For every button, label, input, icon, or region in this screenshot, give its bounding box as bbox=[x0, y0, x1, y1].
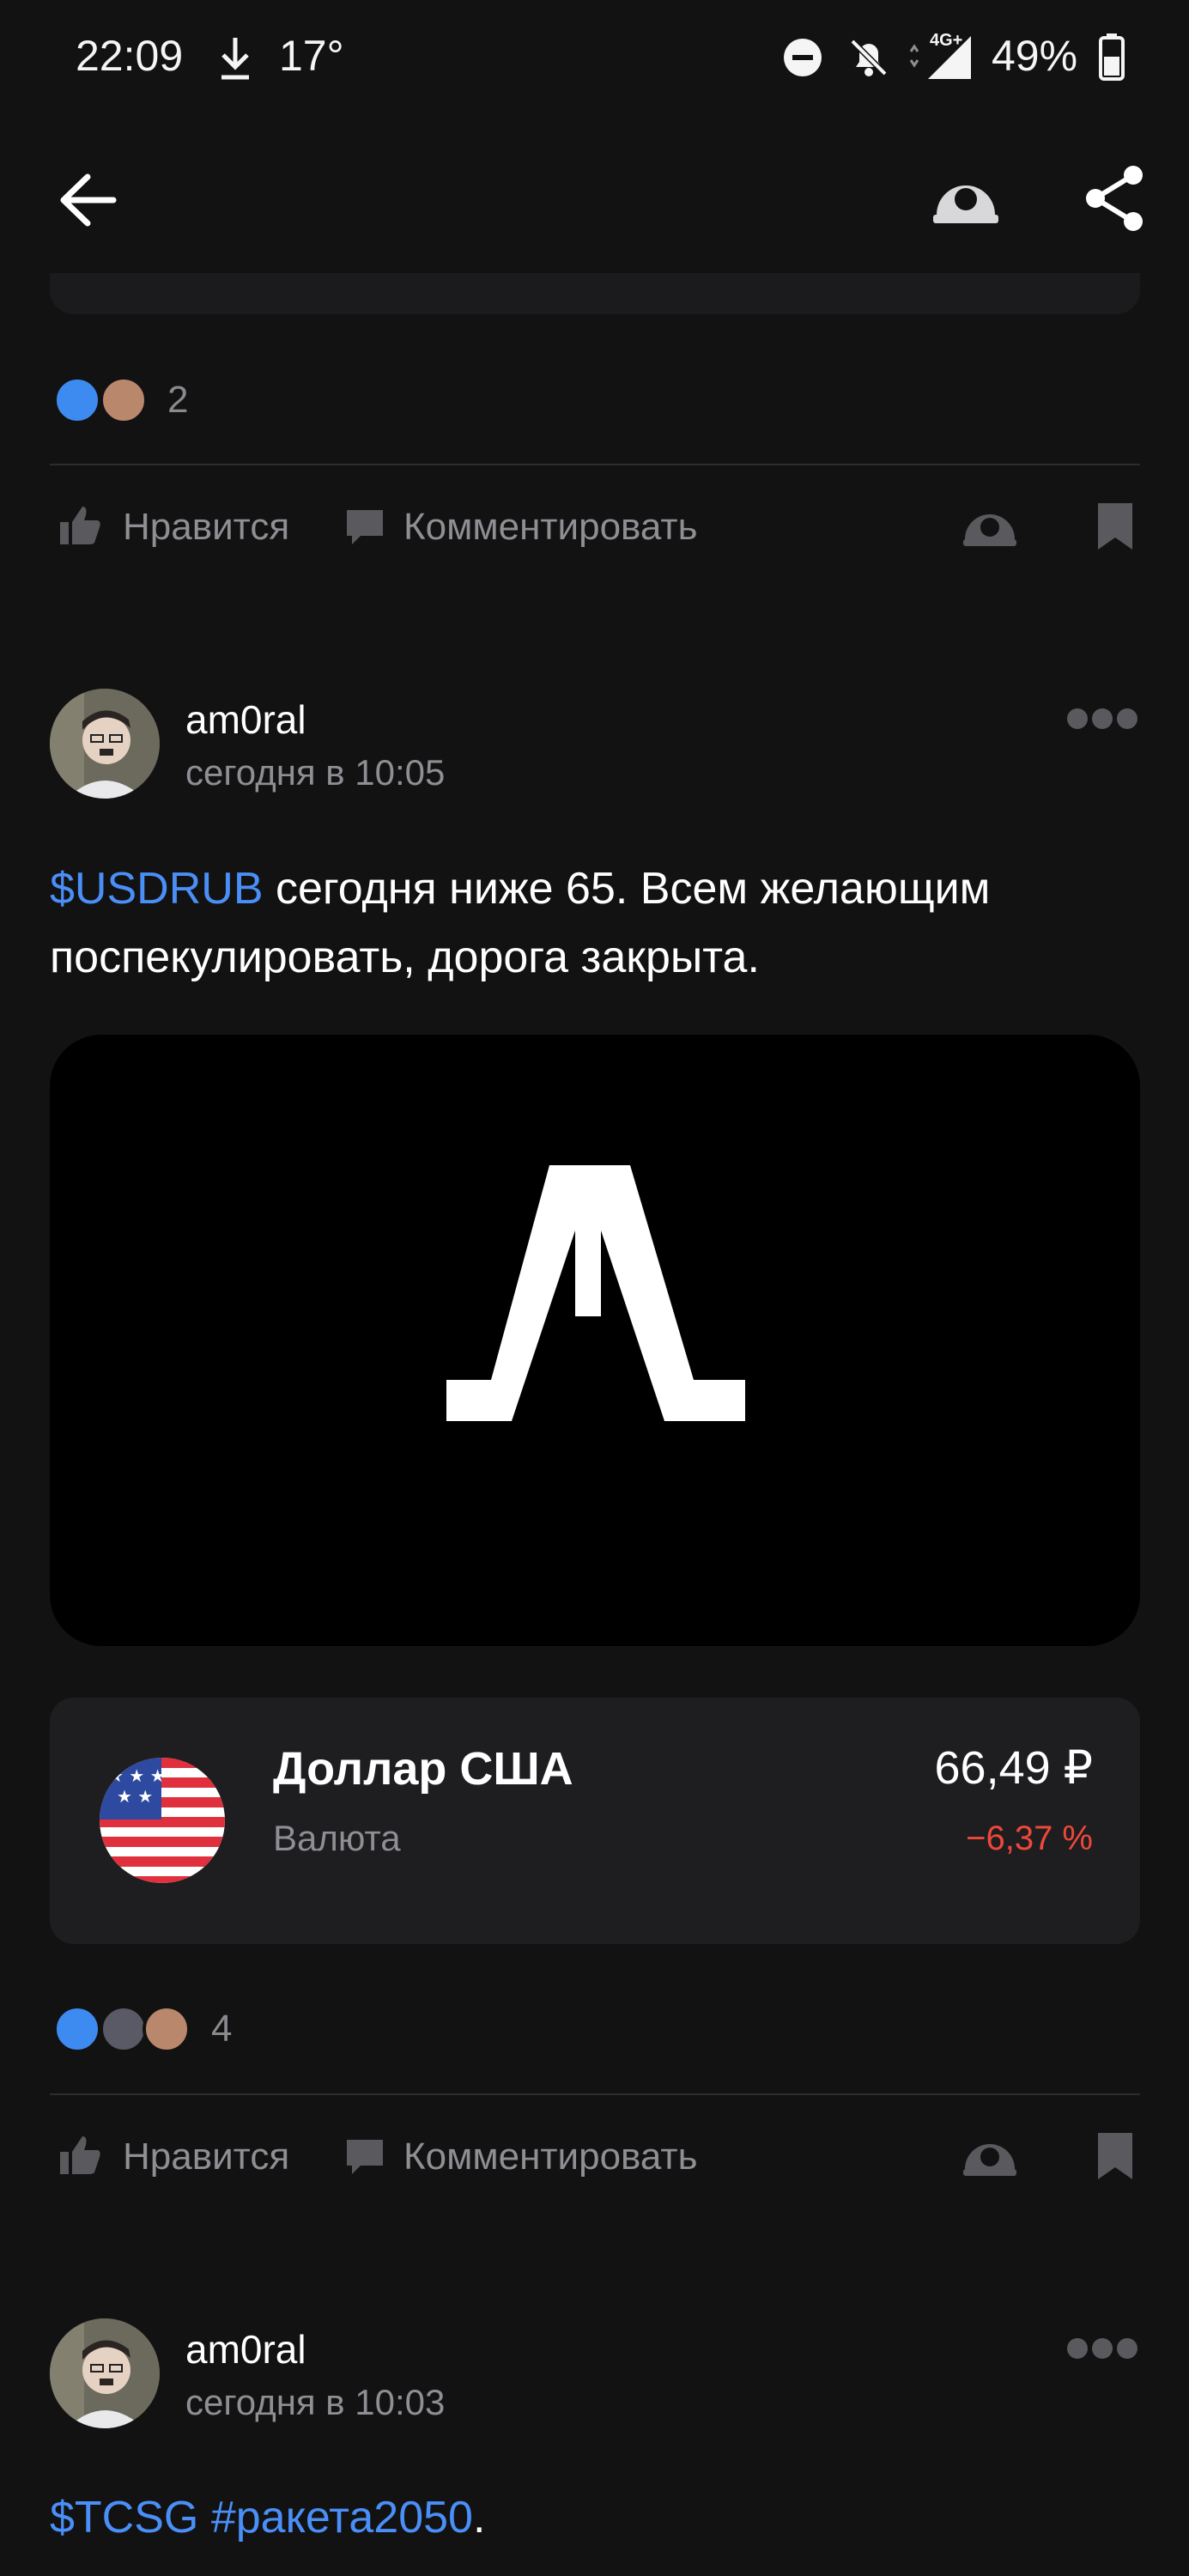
sofa-reaction-icon bbox=[100, 376, 148, 424]
anonymous-mask-icon bbox=[963, 2144, 1016, 2176]
like-label[interactable]: Нравится bbox=[123, 2131, 289, 2183]
more-options-button[interactable] bbox=[1067, 2337, 1137, 2360]
bell-muted-icon bbox=[846, 34, 892, 81]
instrument-card[interactable]: ★ ★ ★ ★ ★ Доллар США Валюта 66,49 ₽ −6,3… bbox=[50, 1698, 1140, 1944]
like-button[interactable] bbox=[58, 2133, 103, 2178]
anonymous-mode-button[interactable] bbox=[931, 170, 1000, 227]
instrument-change: −6,37 % bbox=[966, 1820, 1093, 1857]
divider bbox=[50, 464, 1140, 465]
sofa-reaction-icon bbox=[143, 2005, 191, 2053]
status-temperature: 17° bbox=[279, 32, 344, 80]
divider bbox=[50, 2093, 1140, 2095]
author-name[interactable]: am0ral bbox=[185, 696, 306, 744]
like-reaction-icon bbox=[53, 376, 101, 424]
bookmark-button[interactable] bbox=[1096, 501, 1134, 551]
more-dots-icon bbox=[1067, 708, 1137, 729]
like-label[interactable]: Нравится bbox=[123, 501, 289, 553]
thumbs-up-icon bbox=[60, 2136, 100, 2174]
bookmark-button[interactable] bbox=[1096, 2131, 1134, 2181]
like-reaction-icon bbox=[53, 2005, 101, 2053]
reaction-count: 2 bbox=[167, 379, 189, 421]
brand-logo-icon bbox=[446, 1165, 745, 1421]
arrow-left-icon bbox=[60, 173, 117, 227]
comment-label[interactable]: Комментировать bbox=[403, 501, 698, 553]
author-avatar[interactable] bbox=[50, 689, 160, 799]
more-options-button[interactable] bbox=[1067, 708, 1137, 730]
author-avatar[interactable] bbox=[50, 2318, 160, 2428]
reaction-count: 4 bbox=[211, 2008, 233, 2050]
post-time: сегодня в 10:05 bbox=[185, 752, 446, 793]
thumbs-up-icon bbox=[60, 507, 100, 544]
comment-icon bbox=[347, 2140, 383, 2174]
svg-text:★ ★ ★: ★ ★ ★ bbox=[108, 1765, 166, 1786]
instrument-type: Валюта bbox=[273, 1818, 401, 1858]
dislike-reaction-icon bbox=[100, 2005, 148, 2053]
post-text: $TCSG #ракета2050. bbox=[50, 2483, 1140, 2552]
svg-text:★ ★: ★ ★ bbox=[117, 1786, 153, 1807]
status-time: 22:09 bbox=[76, 32, 184, 80]
anonymous-mask-icon bbox=[963, 514, 1016, 546]
instrument-price: 66,49 ₽ bbox=[934, 1742, 1094, 1794]
previous-post-card bbox=[50, 273, 1140, 314]
network-type: 4G+ bbox=[930, 31, 963, 50]
author-name[interactable]: am0ral bbox=[185, 2325, 306, 2373]
post-image[interactable] bbox=[50, 1035, 1140, 1646]
do-not-disturb-icon bbox=[783, 38, 822, 77]
comment-label[interactable]: Комментировать bbox=[403, 2131, 698, 2183]
post-text-body: . bbox=[472, 2493, 486, 2543]
comment-button[interactable] bbox=[343, 2135, 386, 2178]
more-dots-icon bbox=[1067, 2338, 1137, 2359]
anonymous-mask-icon bbox=[933, 185, 998, 223]
hashtag-link[interactable]: #ракета2050 bbox=[211, 2493, 473, 2543]
share-button[interactable] bbox=[1083, 165, 1145, 232]
instrument-name: Доллар США bbox=[273, 1743, 573, 1795]
like-button[interactable] bbox=[58, 503, 103, 548]
share-icon bbox=[1086, 166, 1143, 231]
bookmark-icon bbox=[1098, 503, 1132, 550]
us-flag-icon: ★ ★ ★ ★ ★ bbox=[100, 1758, 225, 1883]
download-icon bbox=[216, 34, 254, 81]
comment-icon bbox=[347, 510, 383, 544]
ticker-link[interactable]: $TCSG bbox=[50, 2493, 198, 2543]
battery-icon bbox=[1099, 33, 1125, 81]
anonymous-reply-button[interactable] bbox=[962, 2135, 1018, 2179]
ticker-link[interactable]: $USDRUB bbox=[50, 864, 264, 914]
comment-button[interactable] bbox=[343, 505, 386, 548]
battery-percent: 49% bbox=[992, 32, 1078, 80]
post-time: сегодня в 10:03 bbox=[185, 2382, 446, 2422]
anonymous-reply-button[interactable] bbox=[962, 505, 1018, 550]
back-button[interactable] bbox=[58, 172, 118, 228]
bookmark-icon bbox=[1098, 2133, 1132, 2179]
post-text: $USDRUB сегодня ниже 65. Всем желающим п… bbox=[50, 854, 1140, 992]
